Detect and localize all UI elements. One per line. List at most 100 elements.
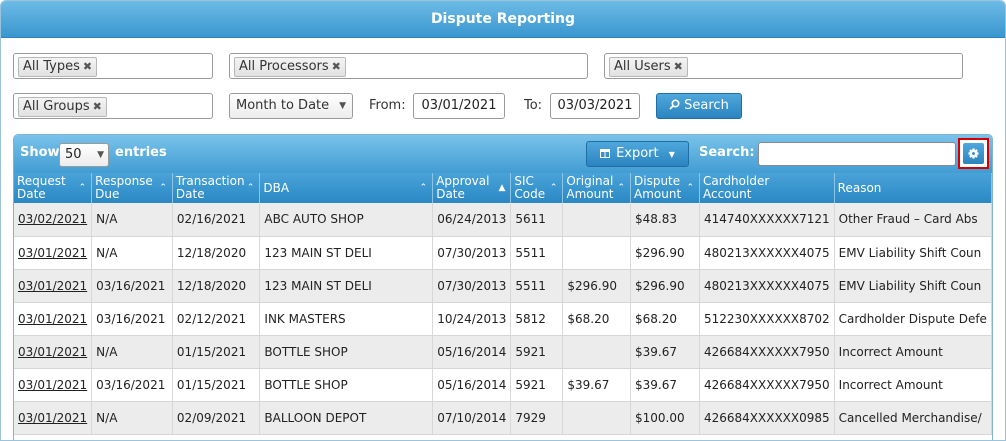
page-title: Dispute Reporting [1, 1, 1005, 38]
remove-users-icon[interactable]: ✖ [674, 60, 683, 73]
processors-chip-label: All Processors [239, 59, 329, 74]
request-date-link[interactable]: 03/01/2021 [14, 236, 93, 270]
column-header[interactable]: Transaction Date ⌃ [172, 173, 261, 203]
table-cell: 426684XXXXXX7950 [699, 335, 835, 369]
processors-chip: All Processors ✖ [234, 57, 346, 77]
disputes-table: Request Date ⌃ Response Due ⌃ Transaction Da… [14, 173, 992, 435]
column-header-label: Original Amount [566, 174, 614, 201]
table-row[interactable]: 03/01/2021 N/A 02/09/2021 BALLOON DEPOT 07/1… [14, 401, 992, 435]
column-header-label: Cardholder Account [702, 174, 770, 201]
column-header[interactable]: Response Due ⌃ [91, 173, 173, 203]
request-date-link[interactable]: 03/01/2021 [14, 269, 93, 303]
disputes-table-container: Show 50 ▼ entries Export ▼ Search: Reque… [13, 134, 993, 440]
table-row[interactable]: 03/01/2021 N/A 12/18/2020 123 MAIN ST DELI 0… [14, 236, 992, 270]
groups-filter[interactable]: All Groups ✖ [13, 93, 213, 119]
column-header-label: Approval Date [436, 174, 490, 201]
table-search-label: Search: [699, 145, 755, 160]
sort-both-icon: ⌃ [159, 183, 167, 193]
column-header[interactable]: SIC Code ⌃ [510, 173, 564, 203]
period-select[interactable]: Month to Date ▼ [229, 93, 353, 119]
table-cell: 07/30/2013 [432, 269, 512, 303]
table-cell: $296.90 [630, 236, 700, 270]
entries-select[interactable]: 50 ▼ [59, 143, 109, 167]
table-cell: 426684XXXXXX0985 [699, 401, 835, 435]
export-button[interactable]: Export ▼ [586, 141, 689, 167]
column-header[interactable]: Reason [834, 173, 992, 203]
table-row[interactable]: 03/02/2021 N/A 02/16/2021 ABC AUTO SHOP 06/2… [14, 203, 992, 237]
column-header-label: Response Due [95, 174, 153, 201]
column-header[interactable]: Dispute Amount ⌃ [630, 173, 700, 203]
request-date-link[interactable]: 03/01/2021 [14, 368, 93, 402]
table-cell: EMV Liability Shift Coun [834, 236, 992, 270]
table-cell: 123 MAIN ST DELI [259, 236, 434, 270]
column-header[interactable]: Approval Date ▲ [432, 173, 512, 203]
table-cell: ABC AUTO SHOP [259, 203, 434, 237]
table-cell: 05/16/2014 [432, 368, 512, 402]
table-body: 03/02/2021 N/A 02/16/2021 ABC AUTO SHOP 06/2… [14, 203, 992, 435]
remove-processors-icon[interactable]: ✖ [332, 60, 341, 73]
users-filter[interactable]: All Users ✖ [604, 53, 963, 79]
table-cell: BOTTLE SHOP [259, 368, 434, 402]
types-filter[interactable]: All Types ✖ [13, 53, 213, 79]
table-cell: 5812 [510, 302, 564, 336]
table-row[interactable]: 03/01/2021 03/16/2021 02/12/2021 INK MASTER… [14, 302, 992, 336]
table-cell: Incorrect Amount [834, 368, 992, 402]
table-cell: 03/16/2021 [91, 302, 173, 336]
table-cell: 03/16/2021 [91, 368, 173, 402]
search-button[interactable]: Search [656, 93, 742, 119]
sort-both-icon: ⌃ [549, 183, 558, 193]
search-icon [669, 99, 680, 110]
table-cell: $39.67 [630, 368, 700, 402]
table-cell: Other Fraud – Card Abs [834, 203, 992, 237]
table-cell: 02/09/2021 [172, 401, 261, 435]
search-button-label: Search [684, 98, 729, 113]
table-row[interactable]: 03/01/2021 03/16/2021 01/15/2021 BOTTLE SHO… [14, 368, 992, 402]
table-cell: N/A [91, 236, 173, 270]
column-header[interactable]: Original Amount ⌃ [562, 173, 631, 203]
column-header[interactable]: DBA ⌃ [259, 173, 434, 203]
table-row[interactable]: 03/01/2021 03/16/2021 12/18/2020 123 MAIN S… [14, 269, 992, 303]
table-cell: 01/15/2021 [172, 368, 261, 402]
settings-highlight [958, 138, 989, 169]
from-date-input[interactable]: 03/01/2021 [413, 93, 505, 119]
table-icon [600, 149, 611, 158]
period-select-value: Month to Date [236, 98, 330, 113]
table-cell: 07/10/2014 [432, 401, 512, 435]
column-settings-button[interactable] [963, 143, 984, 164]
table-cell: 02/12/2021 [172, 302, 261, 336]
request-date-link[interactable]: 03/02/2021 [14, 203, 93, 237]
table-cell: $39.67 [630, 335, 700, 369]
table-cell: 5511 [510, 236, 564, 270]
users-chip: All Users ✖ [609, 57, 688, 77]
table-cell: 10/24/2013 [432, 302, 512, 336]
entries-label: entries [115, 145, 167, 160]
table-cell: 01/15/2021 [172, 335, 261, 369]
table-cell: $68.20 [630, 302, 700, 336]
column-header[interactable]: Cardholder Account [699, 173, 835, 203]
table-cell: $296.90 [630, 269, 700, 303]
processors-filter[interactable]: All Processors ✖ [229, 53, 588, 79]
table-cell: $68.20 [562, 302, 631, 336]
table-cell: INK MASTERS [259, 302, 434, 336]
table-row[interactable]: 03/01/2021 N/A 01/15/2021 BOTTLE SHOP 05/16/… [14, 335, 992, 369]
to-label: To: [524, 98, 543, 113]
column-header[interactable]: Request Date ⌃ [14, 173, 93, 203]
request-date-link[interactable]: 03/01/2021 [14, 401, 93, 435]
table-cell: N/A [91, 401, 173, 435]
remove-types-icon[interactable]: ✖ [83, 60, 92, 73]
table-cell: BOTTLE SHOP [259, 335, 434, 369]
sort-both-icon: ⌃ [686, 183, 694, 193]
request-date-link[interactable]: 03/01/2021 [14, 335, 93, 369]
table-toolbar: Show 50 ▼ entries Export ▼ Search: [14, 135, 992, 175]
table-cell: 480213XXXXXX4075 [699, 236, 835, 270]
sort-both-icon: ⌃ [419, 183, 428, 193]
table-cell: 02/16/2021 [172, 203, 261, 237]
table-cell: 12/18/2020 [172, 236, 261, 270]
table-search-input[interactable] [758, 142, 956, 166]
to-date-input[interactable]: 03/03/2021 [550, 93, 640, 119]
request-date-link[interactable]: 03/01/2021 [14, 302, 93, 336]
from-label: From: [369, 98, 406, 113]
dispute-reporting-panel: Dispute Reporting All Types ✖ All Process… [0, 0, 1006, 441]
column-header-label: Request Date [17, 174, 66, 201]
remove-groups-icon[interactable]: ✖ [93, 100, 102, 113]
